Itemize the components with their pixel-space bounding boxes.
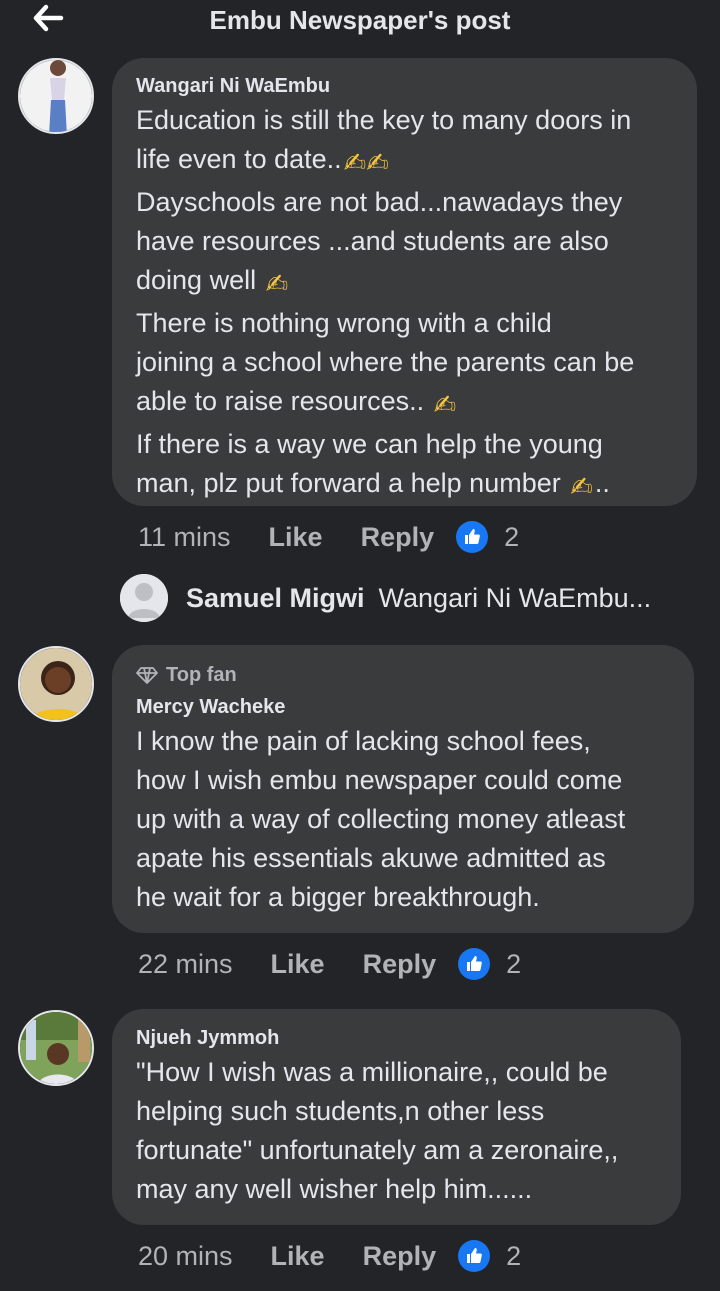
reaction-count[interactable]: 2: [506, 1241, 521, 1272]
comment-text: Education is still the key to many doors…: [136, 101, 673, 507]
reply-preview[interactable]: Samuel Migwi Wangari Ni WaEmbu...: [120, 574, 651, 622]
avatar-photo: [20, 60, 92, 132]
reply-button[interactable]: Reply: [361, 522, 435, 553]
thumbs-up-icon[interactable]: [456, 521, 489, 553]
comment-bubble-2[interactable]: Top fan Mercy Wacheke I know the pain of…: [112, 645, 694, 933]
page-title: Embu Newspaper's post: [209, 5, 511, 35]
timestamp: 22 mins: [138, 948, 233, 979]
reaction-count[interactable]: 2: [504, 522, 519, 553]
timestamp: 20 mins: [138, 1240, 233, 1271]
default-avatar-icon: [120, 574, 168, 622]
avatar-photo: [20, 1012, 92, 1084]
comment-text: "How I wish was a millionaire,, could be…: [136, 1053, 657, 1209]
comment-line: joining a school where the parents can b…: [136, 347, 635, 377]
comment-author[interactable]: Njueh Jymmoh: [136, 1026, 657, 1050]
comment-line: man, plz put forward a help number: [136, 468, 561, 498]
comment-line: apate his essentials akuwe admitted as: [136, 843, 606, 873]
comment-line: how I wish embu newspaper could come: [136, 765, 623, 795]
avatar-samuel[interactable]: [120, 574, 168, 622]
writing-hand-emoji: ✍✍: [343, 148, 389, 178]
comment-line: helping such students,n other less: [136, 1096, 545, 1126]
comment-line: fortunate" unfortunately am a zeronaire,…: [136, 1135, 619, 1165]
comment-line: have resources ...and students are also: [136, 226, 609, 256]
comment-line: I know the pain of lacking school fees,: [136, 726, 591, 756]
comment-line: able to raise resources..: [136, 386, 425, 416]
thumbs-up-icon[interactable]: [458, 948, 491, 980]
reply-button[interactable]: Reply: [363, 1241, 437, 1272]
comment-line: life even to date..: [136, 144, 342, 174]
reply-author[interactable]: Samuel Migwi: [186, 583, 365, 614]
comment-line: Dayschools are not bad...nawadays they: [136, 187, 623, 217]
comment-line: may any well wisher help him......: [136, 1174, 533, 1204]
writing-hand-emoji: ✍: [265, 269, 289, 299]
comment-author[interactable]: Wangari Ni WaEmbu: [136, 74, 673, 98]
avatar-njueh[interactable]: [18, 1010, 94, 1086]
comment-author[interactable]: Mercy Wacheke: [136, 695, 670, 719]
top-fan-label: Top fan: [166, 664, 237, 686]
comment-line: doing well: [136, 265, 257, 295]
comment-line: There is nothing wrong with a child: [136, 308, 552, 338]
writing-hand-emoji: ✍: [433, 390, 457, 420]
avatar-mercy[interactable]: [18, 646, 94, 722]
top-bar: Embu Newspaper's post: [0, 0, 720, 44]
top-fan-badge: Top fan: [136, 663, 670, 687]
comment-line: "How I wish was a millionaire,, could be: [136, 1057, 608, 1087]
comment-bubble-1[interactable]: Wangari Ni WaEmbu Education is still the…: [112, 58, 697, 506]
reaction-count[interactable]: 2: [506, 949, 521, 980]
avatar-wangari[interactable]: [18, 58, 94, 134]
comment-actions-2: 22 mins Like Reply 2: [138, 946, 521, 982]
comment-bubble-3[interactable]: Njueh Jymmoh "How I wish was a millionai…: [112, 1009, 681, 1225]
reply-button[interactable]: Reply: [363, 949, 437, 980]
reply-text: Wangari Ni WaEmbu...: [378, 582, 652, 613]
writing-hand-emoji: ✍: [570, 472, 593, 502]
comment-text: I know the pain of lacking school fees, …: [136, 722, 670, 917]
comment-line: he wait for a bigger breakthrough.: [136, 882, 540, 912]
comment-actions-3: 20 mins Like Reply 2: [138, 1238, 521, 1274]
comment-line: up with a way of collecting money atleas…: [136, 804, 626, 834]
timestamp: 11 mins: [138, 521, 231, 552]
comment-line: Education is still the key to many doors…: [136, 105, 632, 135]
comment-actions-1: 11 mins Like Reply 2: [138, 519, 519, 555]
diamond-icon: [136, 667, 158, 684]
avatar-photo: [20, 648, 92, 720]
like-button[interactable]: Like: [269, 522, 323, 553]
like-button[interactable]: Like: [271, 1241, 325, 1272]
comment-line: If there is a way we can help the young: [136, 429, 603, 459]
comment-line-tail: ..: [594, 468, 610, 498]
like-button[interactable]: Like: [271, 949, 325, 980]
thumbs-up-icon[interactable]: [458, 1240, 491, 1272]
